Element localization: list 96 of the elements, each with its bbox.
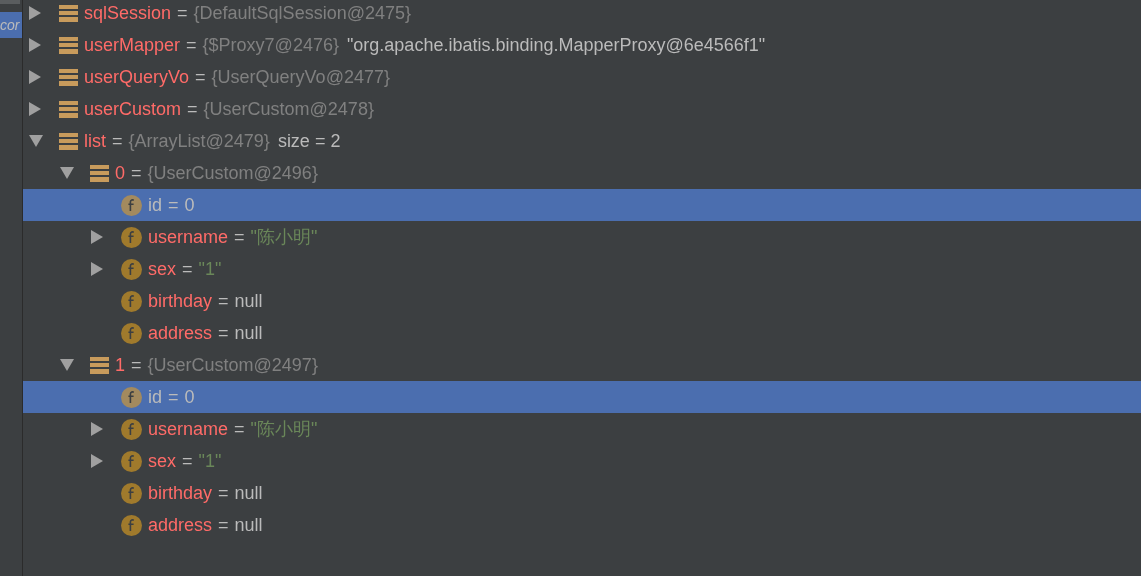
variable-name: birthday xyxy=(148,481,213,505)
tree-row[interactable]: address = null xyxy=(23,509,1141,541)
variable-name: 0 xyxy=(115,161,125,185)
variable-value: size = 2 xyxy=(277,129,341,153)
variable-name: 1 xyxy=(115,353,125,377)
field-icon xyxy=(121,290,142,312)
variable-name: userCustom xyxy=(84,97,182,121)
variable-name: userMapper xyxy=(84,33,181,57)
equals-sign: = xyxy=(218,481,229,505)
string-value: "陈小明" xyxy=(250,417,318,441)
string-value: "陈小明" xyxy=(250,225,318,249)
variable-name: birthday xyxy=(148,289,213,313)
field-icon xyxy=(121,482,142,504)
tree-row[interactable]: userQueryVo = {UserQueryVo@2477} xyxy=(23,61,1141,93)
tree-row[interactable]: username = "陈小明" xyxy=(23,413,1141,445)
variable-value: null xyxy=(234,513,263,537)
collapse-arrow-icon[interactable] xyxy=(29,135,43,147)
expand-arrow-icon[interactable] xyxy=(29,6,41,20)
tree-row[interactable]: sqlSession = {DefaultSqlSession@2475} xyxy=(23,0,1141,29)
expand-arrow-icon[interactable] xyxy=(91,262,103,276)
tree-row[interactable]: sex = "1" xyxy=(23,253,1141,285)
tree-row[interactable]: userMapper = {$Proxy7@2476} "org.apache.ibatis.binding.MapperProxy@6e4566f1" xyxy=(23,29,1141,61)
variable-name: address xyxy=(148,513,213,537)
equals-sign: = xyxy=(131,353,142,377)
variable-value: null xyxy=(234,289,263,313)
expand-arrow-icon[interactable] xyxy=(91,454,103,468)
field-icon xyxy=(121,418,142,440)
variable-name: id xyxy=(148,385,162,409)
variable-value: null xyxy=(234,321,263,345)
object-reference: {ArrayList@2479} xyxy=(128,129,270,153)
stack-icon xyxy=(59,36,78,54)
variable-name: userQueryVo xyxy=(84,65,190,89)
variable-name: username xyxy=(148,417,229,441)
variable-value: 0 xyxy=(184,193,195,217)
expand-arrow-icon[interactable] xyxy=(29,38,41,52)
object-reference: {DefaultSqlSession@2475} xyxy=(193,1,411,25)
tree-row[interactable]: userCustom = {UserCustom@2478} xyxy=(23,93,1141,125)
variable-name: list xyxy=(84,129,106,153)
variable-name: sex xyxy=(148,449,176,473)
equals-sign: = xyxy=(168,385,179,409)
stack-icon xyxy=(90,164,109,182)
equals-sign: = xyxy=(186,33,197,57)
equals-sign: = xyxy=(218,321,229,345)
field-icon xyxy=(121,226,142,248)
stack-icon xyxy=(59,68,78,86)
expand-arrow-icon[interactable] xyxy=(29,102,41,116)
variable-value: 0 xyxy=(184,385,195,409)
expand-arrow-icon[interactable] xyxy=(91,230,103,244)
variable-value: null xyxy=(234,481,263,505)
variable-name: sqlSession xyxy=(84,1,172,25)
equals-sign: = xyxy=(182,449,193,473)
stack-icon xyxy=(59,132,78,150)
string-value: "1" xyxy=(198,257,222,281)
tree-row[interactable]: username = "陈小明" xyxy=(23,221,1141,253)
object-reference: {UserCustom@2496} xyxy=(147,161,318,185)
object-reference: {UserQueryVo@2477} xyxy=(211,65,390,89)
variable-name: id xyxy=(148,193,162,217)
field-icon xyxy=(121,322,142,344)
collapse-arrow-icon[interactable] xyxy=(60,167,74,179)
string-value: "1" xyxy=(198,449,222,473)
field-icon xyxy=(121,514,142,536)
equals-sign: = xyxy=(234,417,245,441)
object-reference: {$Proxy7@2476} xyxy=(202,33,339,57)
field-icon xyxy=(121,258,142,280)
tree-row[interactable]: sex = "1" xyxy=(23,445,1141,477)
equals-sign: = xyxy=(168,193,179,217)
field-icon xyxy=(121,450,142,472)
equals-sign: = xyxy=(195,65,206,89)
stack-icon xyxy=(59,100,78,118)
field-icon xyxy=(121,386,142,408)
object-reference: {UserCustom@2478} xyxy=(203,97,374,121)
equals-sign: = xyxy=(177,1,188,25)
collapse-arrow-icon[interactable] xyxy=(60,359,74,371)
variable-name: address xyxy=(148,321,213,345)
variable-name: username xyxy=(148,225,229,249)
field-icon xyxy=(121,194,142,216)
expand-arrow-icon[interactable] xyxy=(91,422,103,436)
equals-sign: = xyxy=(218,513,229,537)
tree-row[interactable]: address = null xyxy=(23,317,1141,349)
stack-icon xyxy=(59,4,78,22)
equals-sign: = xyxy=(131,161,142,185)
equals-sign: = xyxy=(218,289,229,313)
equals-sign: = xyxy=(187,97,198,121)
equals-sign: = xyxy=(234,225,245,249)
variable-name: sex xyxy=(148,257,176,281)
variable-value: "org.apache.ibatis.binding.MapperProxy@6e4566f1" xyxy=(346,33,766,57)
tree-row[interactable]: list = {ArrayList@2479} size = 2 xyxy=(23,125,1141,157)
tree-row[interactable]: birthday = null xyxy=(23,285,1141,317)
tree-row[interactable]: birthday = null xyxy=(23,477,1141,509)
tree-row[interactable]: 1 = {UserCustom@2497} xyxy=(23,349,1141,381)
equals-sign: = xyxy=(182,257,193,281)
equals-sign: = xyxy=(112,129,123,153)
tree-row[interactable]: 0 = {UserCustom@2496} xyxy=(23,157,1141,189)
object-reference: {UserCustom@2497} xyxy=(147,353,318,377)
expand-arrow-icon[interactable] xyxy=(29,70,41,84)
stack-icon xyxy=(90,356,109,374)
